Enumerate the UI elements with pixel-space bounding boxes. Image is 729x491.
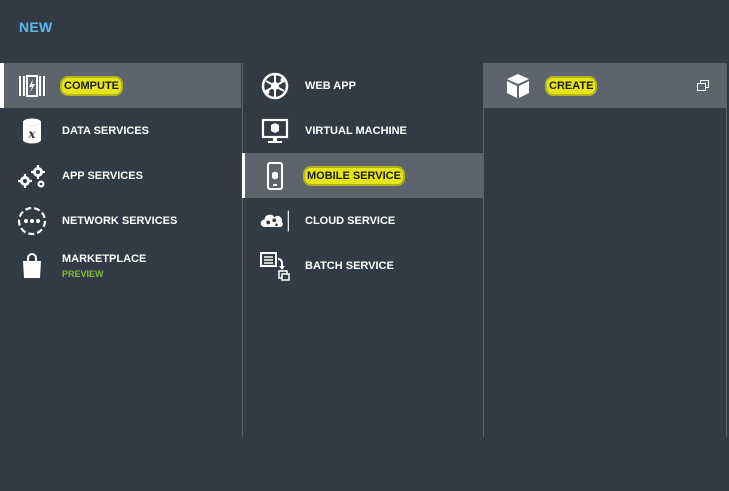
service-label: BATCH SERVICE	[305, 259, 394, 272]
mobile-service-icon	[260, 161, 290, 191]
batch-service-icon	[260, 251, 290, 281]
database-icon: x	[17, 116, 47, 146]
action-column: CREATE	[483, 63, 727, 437]
service-virtual-machine[interactable]: VIRTUAL MACHINE	[243, 108, 484, 153]
category-compute[interactable]: COMPUTE	[0, 63, 241, 108]
category-data-services[interactable]: x DATA SERVICES	[0, 108, 241, 153]
shopping-bag-icon	[17, 251, 47, 281]
compute-icon	[17, 71, 47, 101]
service-batch-service[interactable]: BATCH SERVICE	[243, 243, 484, 288]
cloud-service-icon	[260, 206, 290, 236]
category-label: DATA SERVICES	[62, 124, 149, 137]
cube-icon	[503, 71, 533, 101]
preview-badge: PREVIEW	[62, 268, 104, 279]
category-label: NETWORK SERVICES	[62, 214, 178, 227]
category-app-services[interactable]: APP SERVICES	[0, 153, 241, 198]
service-label: VIRTUAL MACHINE	[305, 124, 407, 137]
category-column: COMPUTE x DATA SERVICES APP SERVICES NET…	[0, 63, 241, 437]
service-label: CLOUD SERVICE	[305, 214, 396, 227]
category-label: COMPUTE	[62, 77, 121, 94]
network-icon	[17, 206, 47, 236]
panel-title: NEW	[19, 19, 53, 35]
open-window-icon[interactable]	[697, 80, 709, 92]
category-marketplace[interactable]: MARKETPLACE PREVIEW	[0, 243, 241, 288]
category-label: MARKETPLACE	[62, 252, 147, 265]
service-web-app[interactable]: WEB APP	[243, 63, 484, 108]
category-network-services[interactable]: NETWORK SERVICES	[0, 198, 241, 243]
service-column: WEB APP VIRTUAL MACHINE MOBILE SERVICE C…	[242, 63, 484, 437]
service-cloud-service[interactable]: CLOUD SERVICE	[243, 198, 484, 243]
action-label: CREATE	[547, 77, 596, 94]
gears-icon	[17, 161, 47, 191]
virtual-machine-icon	[260, 116, 290, 146]
new-panel: NEW COMPUTE x DATA SERVICES APP SERVICES…	[0, 0, 729, 491]
service-label: MOBILE SERVICE	[305, 167, 403, 184]
service-mobile-service[interactable]: MOBILE SERVICE	[242, 153, 484, 198]
svg-text:x: x	[27, 127, 36, 141]
service-label: WEB APP	[305, 79, 356, 92]
action-create[interactable]: CREATE	[484, 63, 726, 108]
category-label: APP SERVICES	[62, 169, 143, 182]
web-app-icon	[260, 71, 290, 101]
